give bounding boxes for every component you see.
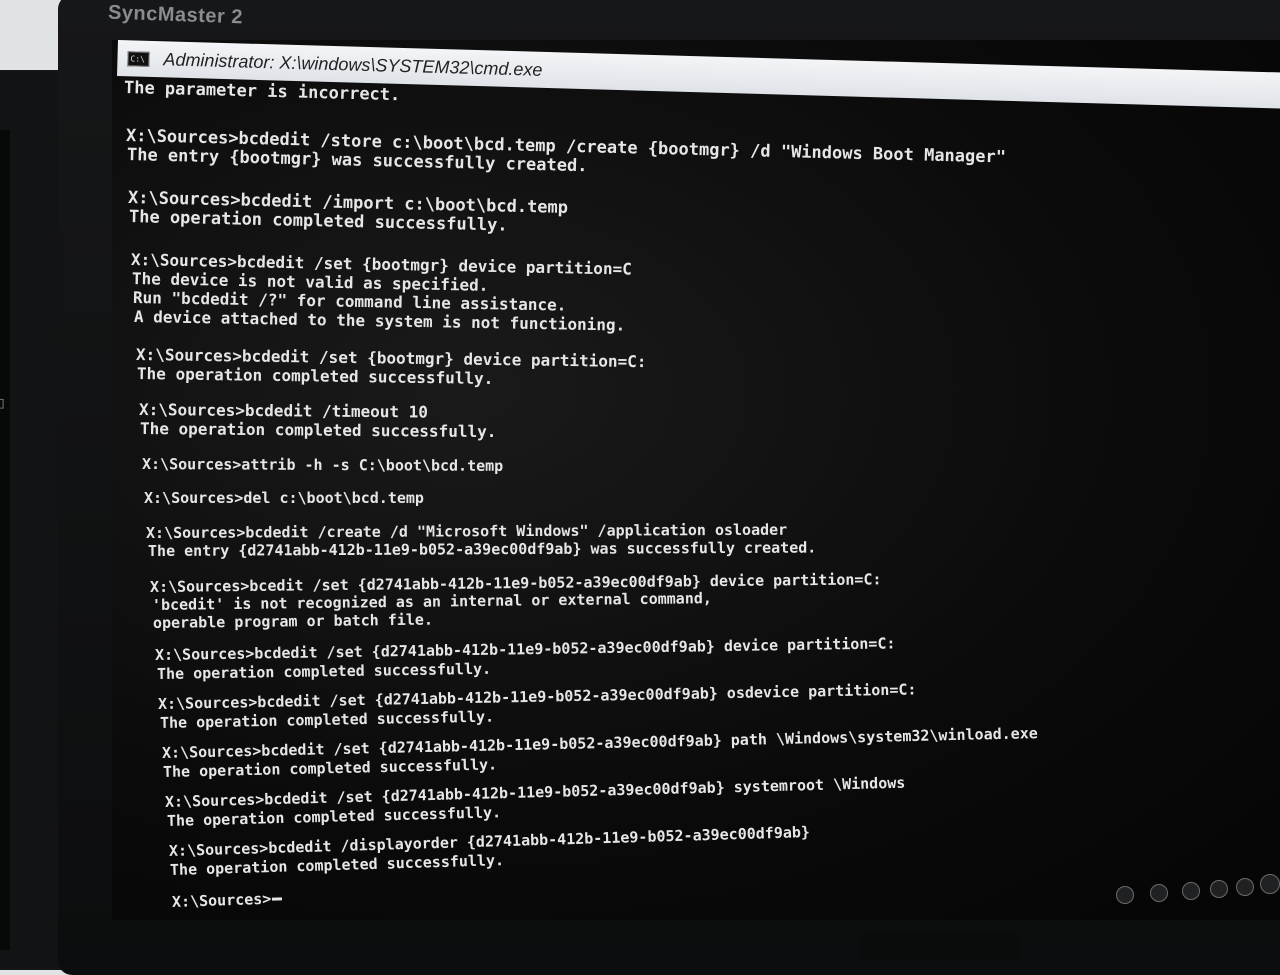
console-line: The operation completed successfully. — [156, 659, 492, 683]
prompt-text: X:\Sources> — [171, 889, 272, 911]
console-line: X:\Sources>bcdedit /set {d2741abb-412b-1… — [154, 634, 896, 664]
console-line: X:\Sources>bcdedit /set {d2741abb-412b-1… — [161, 724, 1038, 762]
console-line: X:\Sources>del c:\boot\bcd.temp — [144, 489, 424, 507]
console-line: X:\Sources>bcdedit /set {d2741abb-412b-1… — [157, 680, 917, 713]
console-output[interactable]: The parameter is incorrect. X:\Sources>b… — [0, 0, 1280, 960]
monitor-button-icon[interactable] — [1116, 886, 1134, 904]
monitor-button-icon[interactable] — [1210, 880, 1228, 898]
monitor-stand — [860, 930, 1020, 960]
console-line: The entry {d2741abb-412b-11e9-b052-a39ec… — [147, 538, 817, 560]
console-line: operable program or batch file. — [152, 610, 434, 632]
power-button-icon[interactable] — [1260, 874, 1280, 894]
console-line: X:\Sources>bcdedit /timeout 10 — [138, 400, 429, 422]
monitor-button-icon[interactable] — [1236, 878, 1254, 896]
text-cursor — [272, 897, 283, 901]
monitor-controls — [1110, 870, 1280, 904]
command-prompt[interactable]: X:\Sources> — [172, 889, 283, 911]
console-line: The parameter is incorrect. — [123, 78, 401, 106]
monitor-button-icon[interactable] — [1182, 882, 1200, 900]
console-line: X:\Sources>attrib -h -s C:\boot\bcd.temp — [141, 455, 504, 475]
console-line: The operation completed successfully. — [136, 364, 494, 388]
console-line: The operation completed successfully. — [139, 419, 497, 442]
monitor-button-icon[interactable] — [1150, 884, 1168, 902]
console-line: X:\Sources>bcdedit /set {d2741abb-412b-1… — [164, 773, 906, 811]
